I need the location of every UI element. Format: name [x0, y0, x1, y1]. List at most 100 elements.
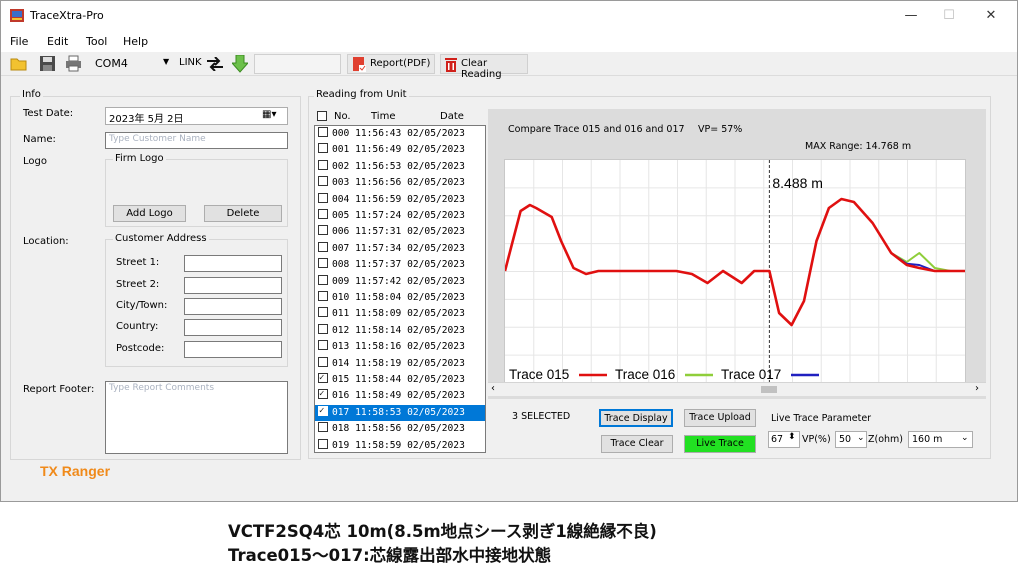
menu-tool[interactable]: Tool — [86, 35, 107, 48]
select-all-checkbox[interactable] — [317, 111, 327, 121]
menu-file[interactable]: File — [10, 35, 28, 48]
city-input[interactable] — [184, 298, 282, 315]
row-checkbox[interactable] — [318, 291, 328, 301]
live-param-label: Live Trace Parameter — [771, 413, 872, 424]
postcode-input[interactable] — [184, 341, 282, 358]
row-checkbox[interactable] — [318, 127, 328, 137]
list-item[interactable]: 001 11:56:49 02/05/2023 — [315, 142, 485, 158]
vp-stepper[interactable]: 67 ⬍ — [768, 431, 800, 448]
legend-label: Trace 015 — [509, 367, 569, 382]
row-text: 010 11:58:04 02/05/2023 — [332, 292, 465, 303]
row-checkbox[interactable] — [318, 274, 328, 285]
menu-edit[interactable]: Edit — [47, 35, 68, 48]
street1-input[interactable] — [184, 255, 282, 272]
compare-label: Compare Trace 015 and 016 and 017 — [508, 124, 685, 135]
test-date-label: Test Date: — [23, 108, 74, 119]
row-checkbox[interactable] — [318, 159, 328, 170]
scroll-thumb[interactable] — [761, 386, 777, 393]
row-checkbox[interactable] — [318, 209, 328, 219]
row-checkbox[interactable] — [318, 405, 328, 417]
toolbar: COM4 ▼ LINK Report(PDF) Clear Reading — [1, 52, 1017, 80]
list-item[interactable]: 018 11:58:56 02/05/2023 — [315, 421, 485, 437]
row-checkbox[interactable] — [318, 192, 328, 203]
add-logo-button[interactable]: Add Logo — [113, 205, 186, 222]
list-item[interactable]: 008 11:57:37 02/05/2023 — [315, 257, 485, 273]
row-text: 000 11:56:43 02/05/2023 — [332, 128, 465, 139]
row-checkbox[interactable] — [318, 241, 328, 252]
row-checkbox[interactable] — [318, 176, 328, 187]
stepper-arrows-icon[interactable]: ⬍ — [788, 432, 796, 442]
row-text: 008 11:57:37 02/05/2023 — [332, 259, 465, 271]
print-icon[interactable] — [65, 55, 82, 72]
street2-input[interactable] — [184, 277, 282, 294]
menu-bar: File Edit Tool Help — [1, 32, 1017, 52]
row-checkbox[interactable] — [318, 356, 328, 367]
link-arrows-icon[interactable] — [206, 57, 224, 71]
row-checkbox[interactable] — [318, 143, 328, 154]
row-checkbox[interactable] — [318, 372, 328, 384]
row-checkbox[interactable] — [318, 438, 328, 449]
maximize-button[interactable]: ☐ — [938, 6, 960, 26]
list-item[interactable]: 014 11:58:19 02/05/2023 — [315, 356, 485, 372]
report-pdf-button[interactable]: Report(PDF) — [347, 54, 435, 74]
report-footer-input[interactable]: Type Report Comments — [105, 381, 288, 454]
clear-reading-label: Clear Reading — [461, 58, 502, 80]
menu-help[interactable]: Help — [123, 35, 148, 48]
calendar-icon[interactable]: ▦▾ — [262, 109, 276, 120]
list-item[interactable]: 003 11:56:56 02/05/2023 — [315, 175, 485, 191]
trace-clear-button[interactable]: Trace Clear — [601, 435, 673, 453]
trace-display-button[interactable]: Trace Display — [599, 409, 673, 427]
horizontal-scrollbar[interactable]: ‹ › — [488, 382, 986, 396]
country-input[interactable] — [184, 319, 282, 336]
trace-plot[interactable]: 8.488 m Trace 015 Trace 016 Trace 017 — [504, 159, 966, 384]
row-checkbox[interactable] — [318, 323, 328, 334]
row-checkbox[interactable] — [318, 258, 328, 269]
save-icon[interactable] — [39, 55, 56, 72]
list-item[interactable]: 016 11:58:49 02/05/2023 — [315, 388, 485, 404]
app-icon — [10, 9, 24, 22]
list-item[interactable]: 010 11:58:04 02/05/2023 — [315, 290, 485, 306]
row-checkbox[interactable] — [318, 388, 328, 400]
list-item[interactable]: 002 11:56:53 02/05/2023 — [315, 159, 485, 175]
list-item[interactable]: 005 11:57:24 02/05/2023 — [315, 208, 485, 224]
legend-label: Trace 016 — [615, 367, 675, 382]
live-trace-button[interactable]: Live Trace — [684, 435, 756, 453]
range-select[interactable]: 160 m ⌄ — [908, 431, 973, 448]
download-arrow-icon[interactable] — [232, 55, 248, 73]
link-status-field — [254, 54, 341, 74]
row-text: 019 11:58:59 02/05/2023 — [332, 439, 465, 451]
row-text: 001 11:56:49 02/05/2023 — [332, 144, 465, 156]
range-select-value: 160 m — [912, 434, 943, 445]
delete-logo-button[interactable]: Delete — [204, 205, 282, 222]
z-select[interactable]: 50 ⌄ — [835, 431, 867, 448]
list-item[interactable]: 017 11:58:53 02/05/2023 — [315, 404, 485, 422]
port-select[interactable]: COM4 ▼ — [91, 54, 177, 74]
customer-name-input[interactable]: Type Customer Name — [105, 132, 288, 149]
list-item[interactable]: 013 11:58:16 02/05/2023 — [315, 339, 485, 355]
list-item[interactable]: 004 11:56:59 02/05/2023 — [315, 192, 485, 208]
trace-upload-button[interactable]: Trace Upload — [684, 409, 756, 427]
scroll-left-icon[interactable]: ‹ — [491, 383, 495, 394]
row-checkbox[interactable] — [318, 307, 328, 318]
row-checkbox[interactable] — [318, 422, 328, 433]
caption-line-1: VCTF2SQ4芯 10m(8.5m地点シース剥ぎ1線絶縁不良) — [228, 522, 657, 541]
list-item[interactable]: 011 11:58:09 02/05/2023 — [315, 306, 485, 322]
test-date-picker[interactable]: 2023年 5月 2日 ▦▾ — [105, 107, 288, 125]
row-checkbox[interactable] — [318, 340, 328, 351]
cursor-distance-label: 8.488 m — [772, 175, 823, 191]
open-folder-icon[interactable] — [10, 55, 27, 72]
close-button[interactable]: ✕ — [980, 6, 1002, 26]
list-item[interactable]: 015 11:58:44 02/05/2023 — [315, 372, 485, 388]
clear-reading-button[interactable]: Clear Reading — [440, 54, 528, 80]
list-item[interactable]: 019 11:58:59 02/05/2023 — [315, 438, 485, 454]
list-item[interactable]: 006 11:57:31 02/05/2023 — [315, 224, 485, 240]
minimize-button[interactable]: — — [900, 6, 922, 26]
row-checkbox[interactable] — [318, 225, 328, 236]
scroll-right-icon[interactable]: › — [975, 383, 979, 394]
list-item[interactable]: 000 11:56:43 02/05/2023 — [315, 126, 485, 142]
list-item[interactable]: 007 11:57:34 02/05/2023 — [315, 241, 485, 257]
readings-list[interactable]: 000 11:56:43 02/05/2023 001 11:56:49 02/0… — [314, 125, 486, 453]
list-item[interactable]: 009 11:57:42 02/05/2023 — [315, 274, 485, 290]
col-date: Date — [440, 111, 464, 122]
list-item[interactable]: 012 11:58:14 02/05/2023 — [315, 323, 485, 339]
